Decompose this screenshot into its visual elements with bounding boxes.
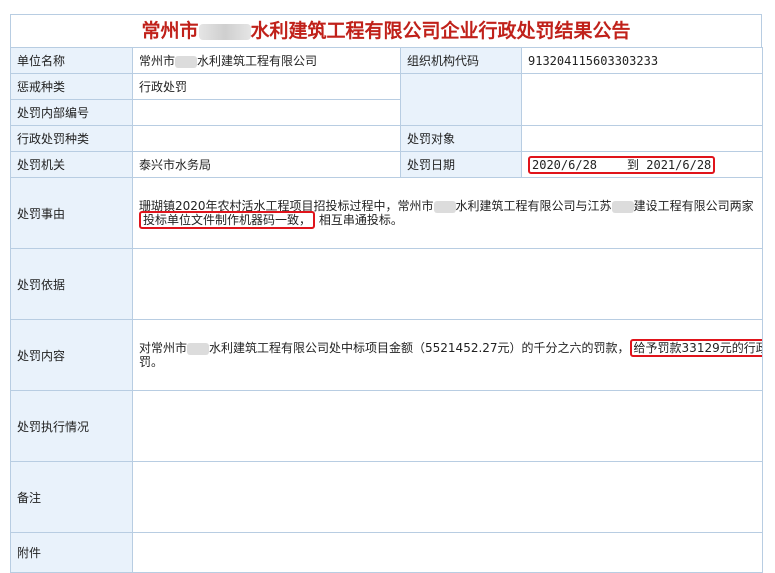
table-row: 处罚内容 对常州市 水利建筑工程有限公司处中标项目金额（5521452.27元）的… xyxy=(10,319,763,391)
target-value xyxy=(521,125,763,152)
table-row: 惩戒种类 行政处罚 xyxy=(10,73,763,126)
content-label: 处罚内容 xyxy=(10,319,133,391)
attachment-label: 附件 xyxy=(10,532,133,573)
blank-cell xyxy=(400,73,522,126)
content-tail: 罚。 xyxy=(139,355,164,369)
punish-type-label: 惩戒种类 xyxy=(10,73,133,100)
reason-part3: 建设工程有限公司两家 xyxy=(633,199,754,213)
table-row: 处罚执行情况 xyxy=(10,390,763,462)
penalty-table: 单位名称 常州市 水利建筑工程有限公司 组织机构代码 91320411560330… xyxy=(10,47,763,573)
redacted-name xyxy=(175,55,198,68)
content-part1: 对常州市 xyxy=(139,341,188,355)
table-row: 处罚机关 泰兴市水务局 处罚日期 2020/6/28 到 2021/6/28 xyxy=(10,151,763,178)
unit-name-prefix: 常州市 xyxy=(139,54,176,68)
content-value: 对常州市 水利建筑工程有限公司处中标项目金额（5521452.27元）的千分之六的… xyxy=(132,319,763,391)
content-highlight: 给予罚款33129元的行政处 xyxy=(629,339,762,357)
internal-no-label: 处罚内部编号 xyxy=(10,99,133,126)
date-from: 2020/6/28 xyxy=(532,158,598,172)
title-suffix: 水利建筑工程有限公司企业行政处罚结果公告 xyxy=(250,20,631,42)
authority-value: 泰兴市水务局 xyxy=(132,151,401,178)
redacted-name xyxy=(611,200,634,213)
basis-value xyxy=(132,248,763,320)
reason-value: 珊瑚镇2020年农村活水工程项目招投标过程中，常州市 水利建筑工程有限公司与江苏建… xyxy=(132,177,763,249)
redacted-name xyxy=(433,200,456,213)
attachment-value xyxy=(132,532,763,573)
unit-name-suffix: 水利建筑工程有限公司 xyxy=(197,54,318,68)
table-row: 附件 xyxy=(10,532,763,573)
unit-name-label: 单位名称 xyxy=(10,47,133,74)
org-code-value: 913204115603303233 xyxy=(521,47,763,74)
redacted-name xyxy=(187,342,210,355)
table-row: 单位名称 常州市 水利建筑工程有限公司 组织机构代码 91320411560330… xyxy=(10,47,763,74)
admin-type-value xyxy=(132,125,401,152)
execution-label: 处罚执行情况 xyxy=(10,390,133,462)
reason-highlight: 投标单位文件制作机器码一致， xyxy=(139,211,316,229)
reason-label: 处罚事由 xyxy=(10,177,133,249)
table-row: 处罚依据 xyxy=(10,248,763,320)
remark-label: 备注 xyxy=(10,461,133,533)
date-to: 到 2021/6/28 xyxy=(627,158,712,172)
table-row: 备注 xyxy=(10,461,763,533)
table-row: 行政处罚种类 处罚对象 xyxy=(10,125,763,152)
basis-label: 处罚依据 xyxy=(10,248,133,320)
authority-label: 处罚机关 xyxy=(10,151,133,178)
target-label: 处罚对象 xyxy=(400,125,522,152)
unit-name-value: 常州市 水利建筑工程有限公司 xyxy=(132,47,401,74)
title-prefix: 常州市 xyxy=(141,20,199,42)
internal-no-value xyxy=(132,99,401,126)
execution-value xyxy=(132,390,763,462)
redacted-name xyxy=(198,24,251,40)
blank-cell xyxy=(521,73,763,126)
admin-type-label: 行政处罚种类 xyxy=(10,125,133,152)
content-part2: 水利建筑工程有限公司处中标项目金额（5521452.27元）的千分之六的罚款， xyxy=(209,341,630,355)
reason-part2: 水利建筑工程有限公司与江苏 xyxy=(455,199,612,213)
date-label: 处罚日期 xyxy=(400,151,522,178)
org-code-label: 组织机构代码 xyxy=(400,47,522,74)
remark-value xyxy=(132,461,763,533)
date-value: 2020/6/28 到 2021/6/28 xyxy=(521,151,763,178)
date-highlight: 2020/6/28 到 2021/6/28 xyxy=(528,156,716,174)
punish-type-value: 行政处罚 xyxy=(132,73,401,100)
page-title: 常州市 水利建筑工程有限公司企业行政处罚结果公告 xyxy=(10,14,762,47)
reason-tail: 相互串通投标。 xyxy=(318,213,403,227)
table-row: 处罚事由 珊瑚镇2020年农村活水工程项目招投标过程中，常州市 水利建筑工程有限公… xyxy=(10,177,763,249)
